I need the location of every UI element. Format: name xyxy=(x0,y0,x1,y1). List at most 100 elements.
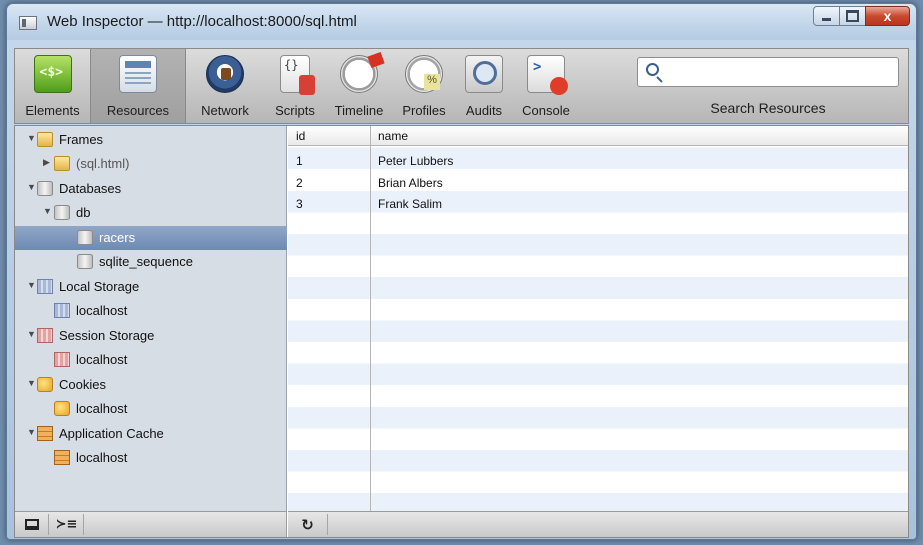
inspector-window: Web Inspector — http://localhost:8000/sq… xyxy=(6,3,917,540)
cell-name: Peter Lubbers xyxy=(378,154,454,168)
session-storage-icon xyxy=(54,352,70,367)
tree-item-app-cache-localhost[interactable]: localhost xyxy=(15,446,287,470)
tool-resources-label: Resources xyxy=(106,103,170,118)
tree-item-local-storage[interactable]: ▼ Local Storage xyxy=(15,275,287,299)
tool-console[interactable]: Console xyxy=(512,49,580,123)
app-cache-icon xyxy=(54,450,70,465)
grid-status-bar: ↻ xyxy=(288,511,908,537)
tree-item-label: localhost xyxy=(76,401,128,416)
tool-resources[interactable]: Resources xyxy=(90,49,186,123)
search-label: Search Resources xyxy=(710,100,826,116)
tool-profiles-label: Profiles xyxy=(402,103,446,118)
cell-name: Brian Albers xyxy=(378,176,443,190)
local-storage-icon xyxy=(54,303,70,318)
console-icon xyxy=(527,55,568,95)
tree-item-label: Application Cache xyxy=(59,426,164,441)
app-icon xyxy=(19,16,37,30)
dock-toggle-button[interactable] xyxy=(15,514,49,535)
column-header-name[interactable]: name xyxy=(378,129,408,143)
tree-item-session-storage[interactable]: ▼ Session Storage xyxy=(15,324,287,348)
sidebar-status-bar: ≻≡ xyxy=(15,511,287,537)
tree-item-sqlite-sequence[interactable]: sqlite_sequence xyxy=(15,250,287,274)
tool-network[interactable]: Network xyxy=(186,49,264,123)
disclosure-collapsed-icon[interactable]: ▶ xyxy=(43,157,50,168)
app-cache-icon xyxy=(37,426,53,441)
tree-item-label: db xyxy=(76,205,91,220)
database-table-icon xyxy=(77,230,93,245)
tree-item-cookies-localhost[interactable]: localhost xyxy=(15,397,287,421)
tree-item-db[interactable]: ▼ db xyxy=(15,201,287,225)
disclosure-expanded-icon[interactable]: ▼ xyxy=(27,427,36,437)
disclosure-expanded-icon[interactable]: ▼ xyxy=(27,378,36,388)
tree-item-databases[interactable]: ▼ Databases xyxy=(15,177,287,201)
tree-item-label: localhost xyxy=(76,303,128,318)
resources-icon xyxy=(119,55,157,93)
tool-timeline-label: Timeline xyxy=(334,103,384,118)
close-button[interactable]: x xyxy=(865,6,910,26)
disclosure-expanded-icon[interactable]: ▼ xyxy=(27,329,36,339)
tree-item-label: Databases xyxy=(59,181,122,196)
column-divider[interactable] xyxy=(370,126,371,511)
title-bar[interactable]: Web Inspector — http://localhost:8000/sq… xyxy=(7,4,916,40)
disclosure-expanded-icon[interactable]: ▼ xyxy=(27,182,36,192)
main-toolbar: Elements Resources Network Scripts Timel… xyxy=(14,48,909,124)
cookie-icon xyxy=(37,377,53,392)
tree-item-frame-sql[interactable]: ▶ (sql.html) xyxy=(15,152,287,176)
tree-item-session-storage-localhost[interactable]: localhost xyxy=(15,348,287,372)
database-icon xyxy=(37,181,53,196)
tool-scripts-label: Scripts xyxy=(275,103,315,118)
database-table-icon xyxy=(77,254,93,269)
network-icon xyxy=(206,55,244,93)
data-grid: id name 1 Peter Lubbers 2 Brian Albers 3… xyxy=(288,126,908,511)
maximize-button[interactable] xyxy=(839,6,866,26)
tree-item-label: Cookies xyxy=(59,377,106,392)
tree-item-label: localhost xyxy=(76,450,128,465)
dock-icon xyxy=(24,519,39,530)
console-drawer-button[interactable]: ≻≡ xyxy=(50,514,84,535)
tool-scripts[interactable]: Scripts xyxy=(264,49,326,123)
database-icon xyxy=(54,205,70,220)
profiles-icon xyxy=(405,55,443,93)
cookie-icon xyxy=(54,401,70,416)
tree-item-label: racers xyxy=(99,230,136,245)
tool-audits-label: Audits xyxy=(465,103,503,118)
tool-timeline[interactable]: Timeline xyxy=(326,49,392,123)
window-controls: x xyxy=(813,6,910,26)
tool-profiles[interactable]: Profiles xyxy=(392,49,456,123)
folder-icon xyxy=(37,132,53,147)
tool-elements[interactable]: Elements xyxy=(15,49,90,123)
tree-item-label: Local Storage xyxy=(59,279,140,294)
refresh-icon: ↻ xyxy=(301,515,314,534)
tree-item-local-storage-localhost[interactable]: localhost xyxy=(15,299,287,323)
local-storage-icon xyxy=(37,279,53,294)
timeline-icon xyxy=(340,55,378,93)
search-box[interactable] xyxy=(637,57,899,87)
tree-item-application-cache[interactable]: ▼ Application Cache xyxy=(15,422,287,446)
tree-item-label: Session Storage xyxy=(59,328,155,343)
cell-id: 2 xyxy=(296,176,303,190)
disclosure-expanded-icon[interactable]: ▼ xyxy=(43,206,52,216)
cell-id: 3 xyxy=(296,197,303,211)
resources-sidebar: ▼ Frames ▶ (sql.html) ▼ Databases ▼ db r… xyxy=(15,126,287,511)
cell-name: Frank Salim xyxy=(378,197,443,211)
tool-elements-label: Elements xyxy=(25,103,80,118)
session-storage-icon xyxy=(37,328,53,343)
column-header-id[interactable]: id xyxy=(296,129,305,143)
disclosure-expanded-icon[interactable]: ▼ xyxy=(27,280,36,290)
audits-icon xyxy=(465,55,503,93)
tree-item-label: localhost xyxy=(76,352,128,367)
cell-id: 1 xyxy=(296,154,303,168)
tool-console-label: Console xyxy=(522,103,570,118)
search-icon xyxy=(646,63,659,76)
tree-item-frames[interactable]: ▼ Frames xyxy=(15,128,287,152)
main-content: ▼ Frames ▶ (sql.html) ▼ Databases ▼ db r… xyxy=(14,125,909,538)
refresh-button[interactable]: ↻ xyxy=(288,514,328,535)
tree-item-cookies[interactable]: ▼ Cookies xyxy=(15,373,287,397)
tool-audits[interactable]: Audits xyxy=(456,49,512,123)
tree-item-racers[interactable]: racers xyxy=(15,226,287,250)
tree-item-label: Frames xyxy=(59,132,104,147)
search-input[interactable] xyxy=(666,60,892,84)
scripts-icon xyxy=(280,55,315,95)
disclosure-expanded-icon[interactable]: ▼ xyxy=(27,133,36,143)
minimize-button[interactable] xyxy=(813,6,840,26)
